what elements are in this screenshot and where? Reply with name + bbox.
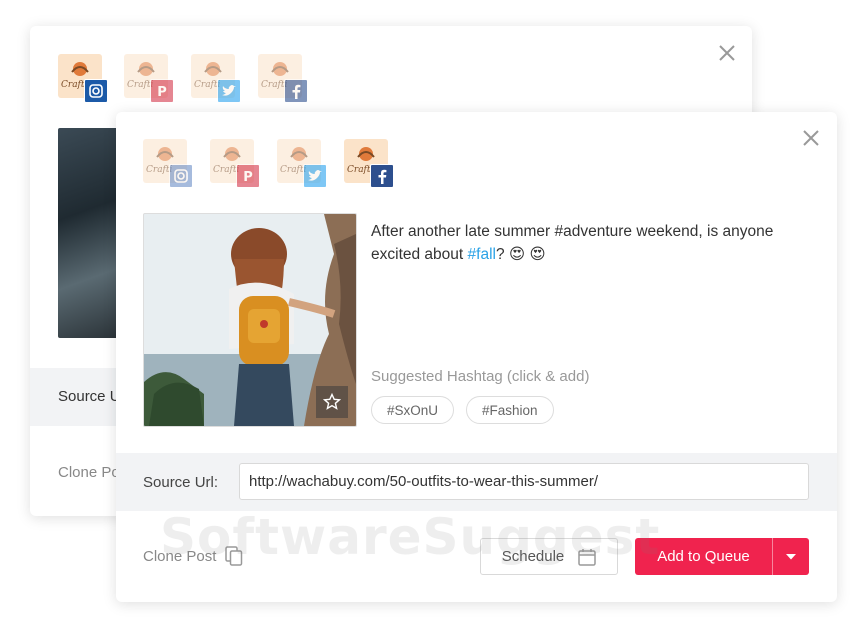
close-icon[interactable] bbox=[716, 42, 738, 64]
post-image bbox=[143, 213, 357, 427]
account-facebook[interactable]: Crafti bbox=[344, 139, 394, 188]
source-row: Source Url: bbox=[116, 453, 837, 511]
account-facebook[interactable]: Crafti bbox=[258, 54, 308, 103]
account-instagram[interactable]: Crafti bbox=[58, 54, 108, 103]
hashtag-chip[interactable]: #Fashion bbox=[466, 396, 554, 424]
caption-text: After another late summer #adventure wee… bbox=[371, 223, 774, 263]
account-pinterest[interactable]: Crafti P bbox=[124, 54, 174, 103]
queue-options-dropdown[interactable] bbox=[773, 538, 809, 575]
source-label: Source Url: bbox=[143, 474, 219, 491]
twitter-icon bbox=[303, 164, 327, 188]
caret-down-icon bbox=[786, 553, 796, 559]
svg-text:P: P bbox=[157, 85, 167, 98]
instagram-icon bbox=[169, 164, 193, 188]
clone-post-label: Clone Post bbox=[143, 547, 217, 565]
account-twitter[interactable]: Crafti bbox=[191, 54, 241, 103]
favorite-star-button[interactable] bbox=[316, 386, 348, 418]
suggested-hashtag-label: Suggested Hashtag (click & add) bbox=[371, 368, 590, 385]
caption-hashtag-link[interactable]: #fall bbox=[468, 246, 496, 263]
copy-icon bbox=[225, 546, 243, 566]
source-label: Source U bbox=[58, 388, 121, 405]
account-instagram[interactable]: Crafti bbox=[143, 139, 193, 188]
instagram-icon bbox=[84, 79, 108, 103]
account-twitter[interactable]: Crafti bbox=[277, 139, 327, 188]
post-caption[interactable]: After another late summer #adventure wee… bbox=[371, 220, 811, 266]
facebook-icon bbox=[284, 79, 308, 103]
twitter-icon bbox=[217, 79, 241, 103]
hashtag-chip[interactable]: #SxOnU bbox=[371, 396, 455, 424]
schedule-label: Schedule bbox=[501, 548, 565, 565]
pinterest-icon: P bbox=[150, 79, 174, 103]
star-icon bbox=[323, 393, 341, 410]
post-image bbox=[58, 128, 118, 338]
pinterest-icon: P bbox=[236, 164, 260, 188]
calendar-icon bbox=[578, 548, 597, 566]
clone-post-label[interactable]: Clone Po bbox=[58, 464, 120, 481]
close-icon[interactable] bbox=[800, 127, 822, 149]
post-composer-card: Crafti Crafti P Crafti Crafti After anot… bbox=[116, 112, 837, 602]
schedule-button[interactable]: Schedule bbox=[480, 538, 618, 575]
svg-text:P: P bbox=[243, 170, 253, 183]
add-to-queue-button[interactable]: Add to Queue bbox=[635, 538, 809, 575]
source-url-input[interactable] bbox=[239, 463, 809, 500]
account-pinterest[interactable]: Crafti P bbox=[210, 139, 260, 188]
facebook-icon bbox=[370, 164, 394, 188]
caption-tail: ? 😍 😍 bbox=[495, 246, 546, 263]
clone-post-button[interactable]: Clone Post bbox=[143, 546, 243, 566]
add-to-queue-label: Add to Queue bbox=[657, 548, 750, 565]
